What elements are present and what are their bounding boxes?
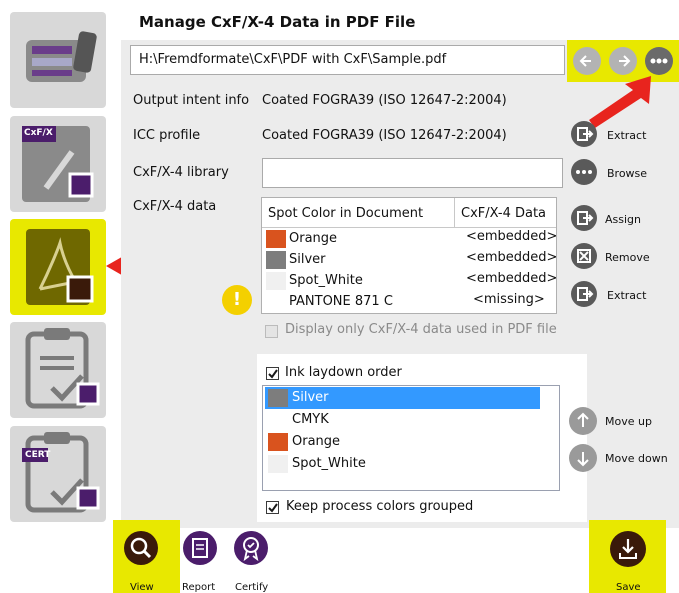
output-intent-value: Coated FOGRA39 (ISO 12647-2:2004) [262,93,507,108]
pdf-document-icon [26,229,94,305]
assign-label[interactable]: Assign [605,213,641,226]
color-swatch [268,433,288,451]
pdf-path-field[interactable]: H:\Fremdformate\CxF\PDF with CxF\Sample.… [130,45,565,75]
save-label[interactable]: Save [616,582,641,593]
ink-name: Spot_White [292,456,366,471]
forward-arrow-icon[interactable] [609,47,637,75]
spot-data: <embedded> [466,229,558,244]
table-header-cxf[interactable]: CxF/X-4 Data [455,198,556,228]
browse-label[interactable]: Browse [607,167,647,180]
color-swatch [268,455,288,473]
browse-icon[interactable] [571,159,597,185]
cxf-data-label: CxF/X-4 data [133,199,217,214]
page-title: Manage CxF/X-4 Data in PDF File [139,13,416,31]
magnifier-icon [130,537,152,559]
ink-order-label: Ink laydown order [285,365,402,380]
icc-profile-value: Coated FOGRA39 (ISO 12647-2:2004) [262,128,507,143]
sidebar-measure-button[interactable] [10,12,106,108]
table-row[interactable]: PANTONE 871 C <missing> [262,292,556,312]
ink-order-checkbox[interactable] [266,367,279,380]
extract-profile-label[interactable]: Extract [607,129,646,142]
move-up-icon[interactable] [569,407,597,435]
clipboard-cert-icon [22,432,100,513]
list-item[interactable]: Silver [265,387,540,409]
sidebar-checklist-button[interactable] [10,322,106,418]
report-label[interactable]: Report [182,582,215,593]
sidebar-pdf-button[interactable] [10,219,106,315]
output-intent-label: Output intent info [133,93,250,108]
icc-profile-label: ICC profile [133,128,201,143]
move-down-label[interactable]: Move down [605,452,668,465]
ink-name: Silver [292,390,329,405]
remove-label[interactable]: Remove [605,251,650,264]
cert-badge: CERT [25,450,51,460]
certify-button[interactable] [234,531,268,565]
spot-name: Silver [289,252,326,267]
list-item[interactable]: Orange [265,431,540,453]
list-item[interactable]: CMYK [265,409,540,431]
remove-icon[interactable] [571,243,597,269]
save-button[interactable] [610,531,646,567]
report-icon [192,538,208,558]
keep-grouped-checkbox[interactable] [266,501,279,514]
spot-color-table: Spot Color in Document CxF/X-4 Data Oran… [261,197,557,314]
report-button[interactable] [183,531,217,565]
extract-data-icon[interactable] [571,281,597,307]
spot-data: <embedded> [466,250,558,265]
color-swatch [266,251,286,269]
spot-data: <embedded> [466,271,558,286]
ink-name: Orange [292,434,341,449]
assign-icon[interactable] [571,205,597,231]
spot-data: <missing> [473,292,545,307]
table-header-spot[interactable]: Spot Color in Document [262,198,455,228]
view-label[interactable]: View [130,582,154,593]
back-arrow-icon[interactable] [573,47,601,75]
spot-name: PANTONE 871 C [289,294,393,309]
color-swatch [268,389,288,407]
download-tray-icon [619,539,637,559]
view-button[interactable] [124,531,158,565]
spot-name: Spot_White [289,273,363,288]
clipboard-check-icon [25,328,100,409]
warning-icon: ! [222,285,252,315]
spot-name: Orange [289,231,338,246]
cxfx-badge: CxF/X [24,128,53,138]
certify-label[interactable]: Certify [235,582,268,593]
color-swatch [266,272,286,290]
ink-order-list: Silver CMYK Orange Spot_White [262,385,560,491]
list-item[interactable]: Spot_White [265,453,540,475]
move-down-icon[interactable] [569,444,597,472]
display-only-checkbox[interactable] [265,325,278,338]
table-row[interactable]: Spot_White <embedded> [262,271,558,291]
color-swatch [266,230,286,248]
table-row[interactable]: Orange <embedded> [262,229,558,249]
spectro-icon [26,31,97,82]
ink-name: CMYK [292,412,329,427]
extract-data-label[interactable]: Extract [607,289,646,302]
display-only-label: Display only CxF/X-4 data used in PDF fi… [285,322,557,337]
more-options-icon[interactable] [645,47,673,75]
cxf-library-input[interactable] [262,158,563,188]
table-row[interactable]: Silver <embedded> [262,250,558,270]
certificate-icon [243,537,259,562]
move-up-label[interactable]: Move up [605,415,652,428]
keep-grouped-label: Keep process colors grouped [286,499,474,514]
sidebar-cxfx-edit-button[interactable]: CxF/X [10,116,106,212]
sidebar-certify-button[interactable]: CERT [10,426,106,522]
cxf-library-label: CxF/X-4 library [133,165,229,180]
extract-profile-icon[interactable] [571,121,597,147]
